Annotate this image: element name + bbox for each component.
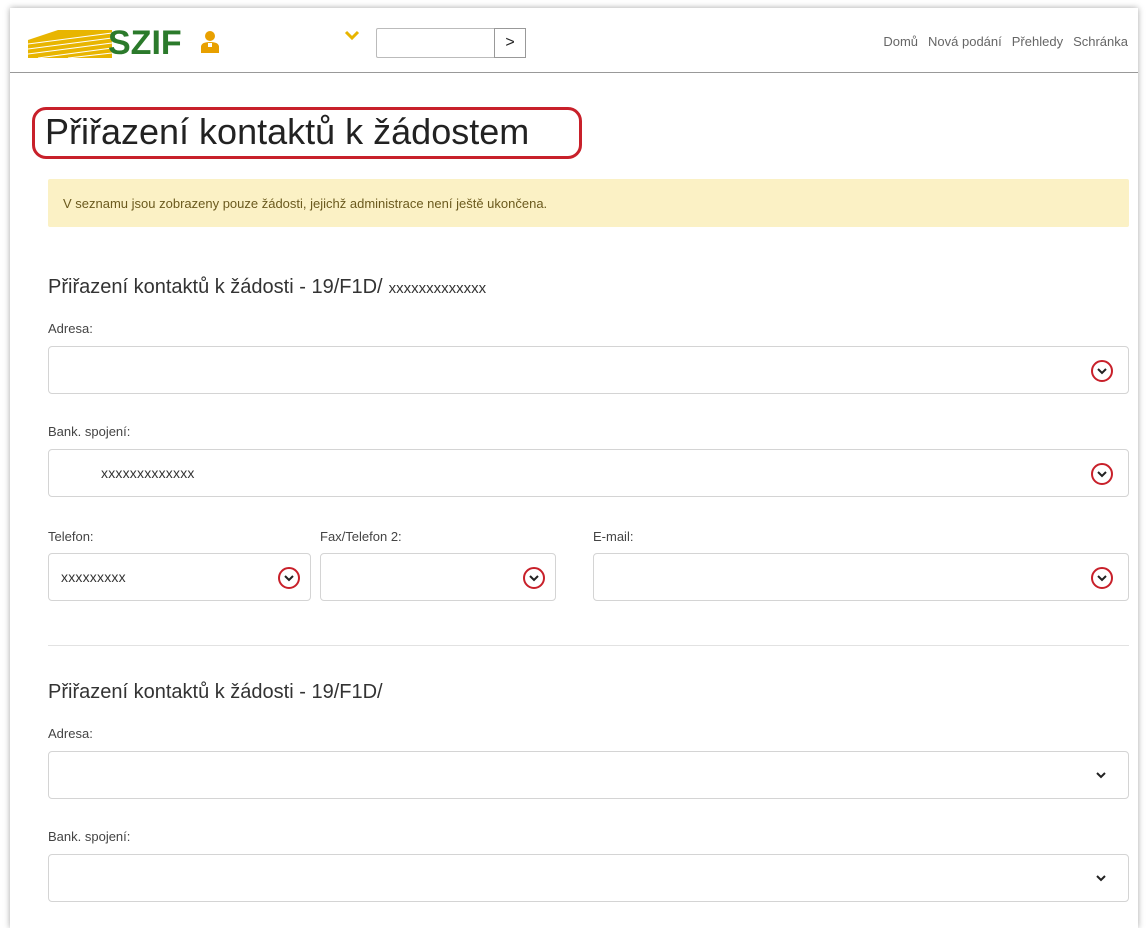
bank-value: xxxxxxxxxxxxx (101, 465, 195, 481)
email-label: E-mail: (593, 529, 634, 544)
app-frame: SZIF > Domů Nová podání Přehledy Schránk… (10, 8, 1138, 928)
bank-label: Bank. spojení: (48, 424, 131, 439)
chevron-down-icon[interactable] (1091, 567, 1113, 589)
phone-select[interactable]: xxxxxxxxx (48, 553, 311, 601)
chevron-down-icon[interactable] (278, 567, 300, 589)
address-label: Adresa: (48, 321, 93, 336)
phone-label: Telefon: (48, 529, 94, 544)
section-title: Přiřazení kontaktů k žádosti - 19/F1D/ (48, 681, 383, 703)
bank-label: Bank. spojení: (48, 829, 131, 844)
bank-select[interactable]: xxxxxxxxxxxxx (48, 449, 1129, 497)
nav-inbox[interactable]: Schránka (1073, 34, 1128, 49)
chevron-down-icon[interactable] (1094, 768, 1108, 782)
chevron-down-icon[interactable] (1091, 463, 1113, 485)
logo-text[interactable]: SZIF (108, 24, 182, 63)
logo-stripes-icon (28, 30, 112, 58)
top-header: SZIF > Domů Nová podání Přehledy Schránk… (10, 8, 1138, 73)
section-divider (48, 645, 1129, 646)
address-select[interactable] (48, 346, 1129, 394)
notice-banner: V seznamu jsou zobrazeny pouze žádosti, … (48, 179, 1129, 227)
section-title-text: Přiřazení kontaktů k žádosti - 19/F1D/ (48, 276, 383, 298)
fax-select[interactable] (320, 553, 556, 601)
phone-value: xxxxxxxxx (61, 569, 126, 585)
address-select[interactable] (48, 751, 1129, 799)
section-title: Přiřazení kontaktů k žádosti - 19/F1D/xx… (48, 276, 486, 299)
main-nav: Domů Nová podání Přehledy Schránka (883, 34, 1128, 49)
chevron-down-icon[interactable] (523, 567, 545, 589)
nav-overviews[interactable]: Přehledy (1012, 34, 1063, 49)
chevron-down-icon[interactable] (344, 28, 360, 42)
chevron-down-icon[interactable] (1094, 871, 1108, 885)
user-icon[interactable] (200, 30, 220, 54)
page-title: Přiřazení kontaktů k žádostem (45, 111, 530, 152)
nav-home[interactable]: Domů (883, 34, 918, 49)
bank-select[interactable] (48, 854, 1129, 902)
nav-new-submissions[interactable]: Nová podání (928, 34, 1002, 49)
search-input[interactable] (376, 28, 494, 58)
go-button[interactable]: > (494, 28, 526, 58)
fax-label: Fax/Telefon 2: (320, 529, 402, 544)
address-label: Adresa: (48, 726, 93, 741)
section-title-suffix: xxxxxxxxxxxxx (388, 280, 487, 297)
email-select[interactable] (593, 553, 1129, 601)
chevron-down-icon[interactable] (1091, 360, 1113, 382)
